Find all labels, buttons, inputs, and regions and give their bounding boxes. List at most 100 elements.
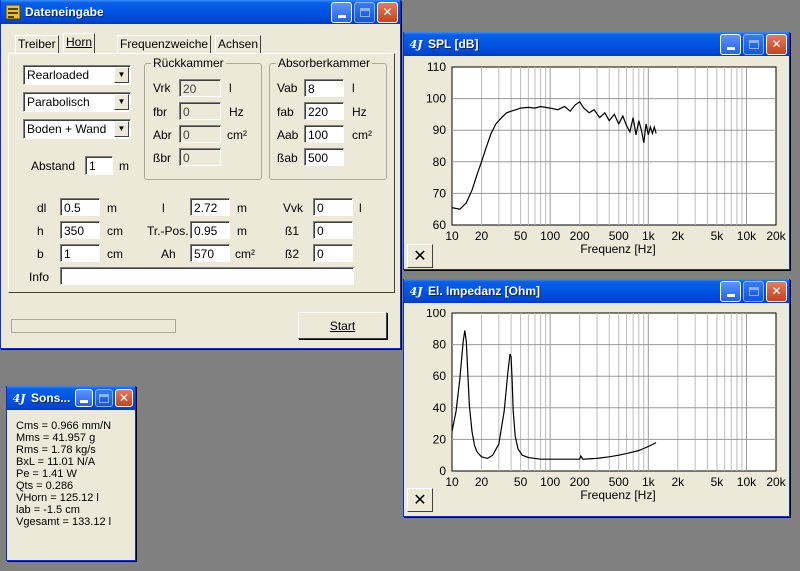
close-button[interactable]: ✕: [115, 389, 133, 407]
impedance-window-titlebar[interactable]: 4J El. Impedanz [Ohm] ✕: [404, 279, 789, 303]
vvk-input[interactable]: 0: [313, 198, 353, 216]
tab-horn[interactable]: Horn: [63, 33, 96, 54]
placement-select[interactable]: Boden + Wand ▼: [23, 119, 131, 139]
abstand-label: Abstand: [31, 159, 76, 173]
sons-window-titlebar[interactable]: 4J Sons... ✕: [7, 386, 135, 410]
y-tick-label: 40: [433, 401, 447, 415]
param-line: VHorn = 125.12 l: [16, 492, 99, 504]
horn-type-select[interactable]: Rearloaded ▼: [23, 65, 131, 85]
minimize-button[interactable]: [331, 1, 352, 23]
close-icon: ✕: [413, 492, 427, 509]
horn-profile-select[interactable]: Parabolisch ▼: [23, 92, 131, 112]
x-tick-label: 20: [475, 475, 489, 489]
impedance-close-chart-button[interactable]: ✕: [407, 488, 433, 512]
plot-area: [451, 66, 777, 226]
horn-profile-value: Parabolisch: [27, 95, 90, 109]
input-window: Dateneingabe ✕ Treiber Horn Frequenzweic…: [0, 0, 401, 349]
trpos-unit: m: [237, 224, 247, 238]
abstand-input[interactable]: 1: [85, 156, 113, 175]
minimize-button[interactable]: [720, 33, 741, 55]
aab-input[interactable]: 100: [304, 125, 344, 143]
param-line: lab = -1.5 cm: [16, 504, 80, 516]
l-input[interactable]: 2.72: [190, 198, 230, 216]
plot-area: [451, 312, 777, 472]
close-button[interactable]: ✕: [377, 1, 398, 23]
dl-input[interactable]: 0.5: [60, 198, 100, 216]
h-input[interactable]: 350: [60, 221, 100, 239]
maximize-icon: [99, 393, 109, 403]
ah-label: Ah: [161, 247, 176, 261]
app-logo-icon: 4J: [12, 391, 26, 405]
y-tick-label: 80: [433, 338, 447, 352]
tab-frequenzweiche[interactable]: Frequenzweiche: [117, 35, 212, 53]
x-tick-label: 5k: [711, 229, 725, 243]
vrk-input[interactable]: 20: [179, 79, 221, 97]
param-line: Cms = 0.966 mm/N: [16, 420, 112, 432]
maximize-icon: [359, 7, 370, 17]
abr-input[interactable]: 0: [179, 125, 221, 143]
param-line: Qts = 0.286: [16, 480, 74, 492]
y-tick-label: 60: [433, 218, 447, 232]
x-tick-label: 500: [609, 229, 629, 243]
minimize-icon: [337, 14, 346, 18]
ah-input[interactable]: 570: [190, 244, 230, 262]
maximize-button[interactable]: [95, 389, 113, 407]
ah-unit: cm²: [235, 247, 255, 261]
tab-achsen[interactable]: Achsen: [215, 35, 262, 53]
sons-window-title: Sons...: [31, 391, 71, 405]
impedance-window-title: El. Impedanz [Ohm]: [428, 284, 541, 298]
spl-window-title: SPL [dB]: [428, 37, 479, 51]
vab-input[interactable]: 8: [304, 79, 344, 97]
param-line: Mms = 41.957 g: [16, 432, 96, 444]
x-tick-label: 10: [445, 229, 459, 243]
start-button-label: Start: [329, 318, 356, 333]
close-icon: ✕: [771, 37, 782, 51]
tab-treiber[interactable]: Treiber: [15, 35, 59, 53]
close-button[interactable]: ✕: [766, 33, 787, 55]
beta2-input[interactable]: 0: [313, 244, 353, 262]
x-tick-label: 100: [540, 229, 560, 243]
placement-value: Boden + Wand: [27, 122, 107, 136]
fbr-input[interactable]: 0: [179, 102, 221, 120]
close-icon: ✕: [771, 284, 782, 298]
maximize-button[interactable]: [743, 33, 764, 55]
x-tick-label: 50: [514, 229, 528, 243]
param-line: Vgesamt = 133.12 l: [16, 516, 112, 528]
x-tick-label: 2k: [672, 229, 686, 243]
input-window-titlebar[interactable]: Dateneingabe ✕: [1, 0, 400, 24]
x-tick-label: 20k: [766, 475, 786, 489]
bbr-input[interactable]: 0: [179, 148, 221, 166]
spl-chart-window: 4J SPL [dB] ✕ 60 70 80 90 100 110 10 20 50 100 200…: [403, 32, 790, 270]
spl-window-titlebar[interactable]: 4J SPL [dB] ✕: [404, 32, 789, 56]
x-axis-label: Frequenz [Hz]: [580, 242, 655, 256]
minimize-icon: [726, 46, 735, 50]
chevron-down-icon[interactable]: ▼: [114, 94, 129, 110]
vrk-unit: l: [229, 81, 232, 95]
chevron-down-icon[interactable]: ▼: [114, 121, 129, 137]
minimize-button[interactable]: [720, 280, 741, 302]
x-tick-label: 100: [540, 475, 560, 489]
b-input[interactable]: 1: [60, 244, 100, 262]
h-label: h: [37, 224, 44, 238]
trpos-input[interactable]: 0.95: [190, 221, 230, 239]
spl-close-chart-button[interactable]: ✕: [407, 244, 433, 268]
impedance-chart: 02040608010010 20 50 100 200 500 1k 2k 5k 10k 20kF…: [426, 309, 787, 502]
bab-label: ßab: [277, 151, 298, 165]
bab-input[interactable]: 500: [304, 148, 344, 166]
chevron-down-icon[interactable]: ▼: [114, 67, 129, 83]
maximize-button[interactable]: [743, 280, 764, 302]
fab-input[interactable]: 220: [304, 102, 344, 120]
minimize-button[interactable]: [75, 389, 93, 407]
close-button[interactable]: ✕: [766, 280, 787, 302]
start-button[interactable]: Start: [298, 312, 387, 339]
x-tick-label: 200: [570, 475, 590, 489]
b-unit: cm: [107, 247, 123, 261]
app-logo-icon: 4J: [409, 284, 423, 298]
x-tick-label: 10: [445, 475, 459, 489]
x-tick-label: 10k: [737, 475, 757, 489]
beta1-label: ß1: [285, 224, 300, 238]
info-input[interactable]: [60, 267, 354, 285]
maximize-button[interactable]: [354, 1, 375, 23]
impedance-chart-window: 4J El. Impedanz [Ohm] ✕ 0 20 40 60 80 100 10 20…: [403, 279, 790, 517]
beta1-input[interactable]: 0: [313, 221, 353, 239]
